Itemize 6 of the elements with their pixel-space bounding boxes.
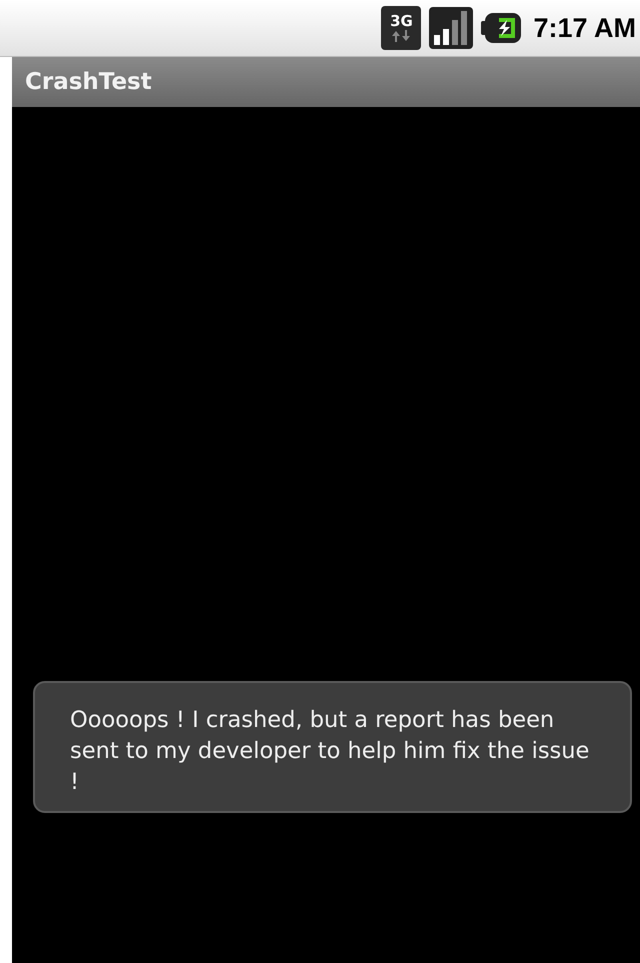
toast-message: Ooooops ! I crashed, but a report has been sent to my developer to help him fix the issue ! [33,681,632,813]
network-type-icon: 3G [381,6,422,50]
signal-icon [429,7,474,49]
battery-charging-icon [481,12,522,44]
clock-time: 7:17 AM [533,12,636,44]
app-title: CrashTest [25,69,152,95]
